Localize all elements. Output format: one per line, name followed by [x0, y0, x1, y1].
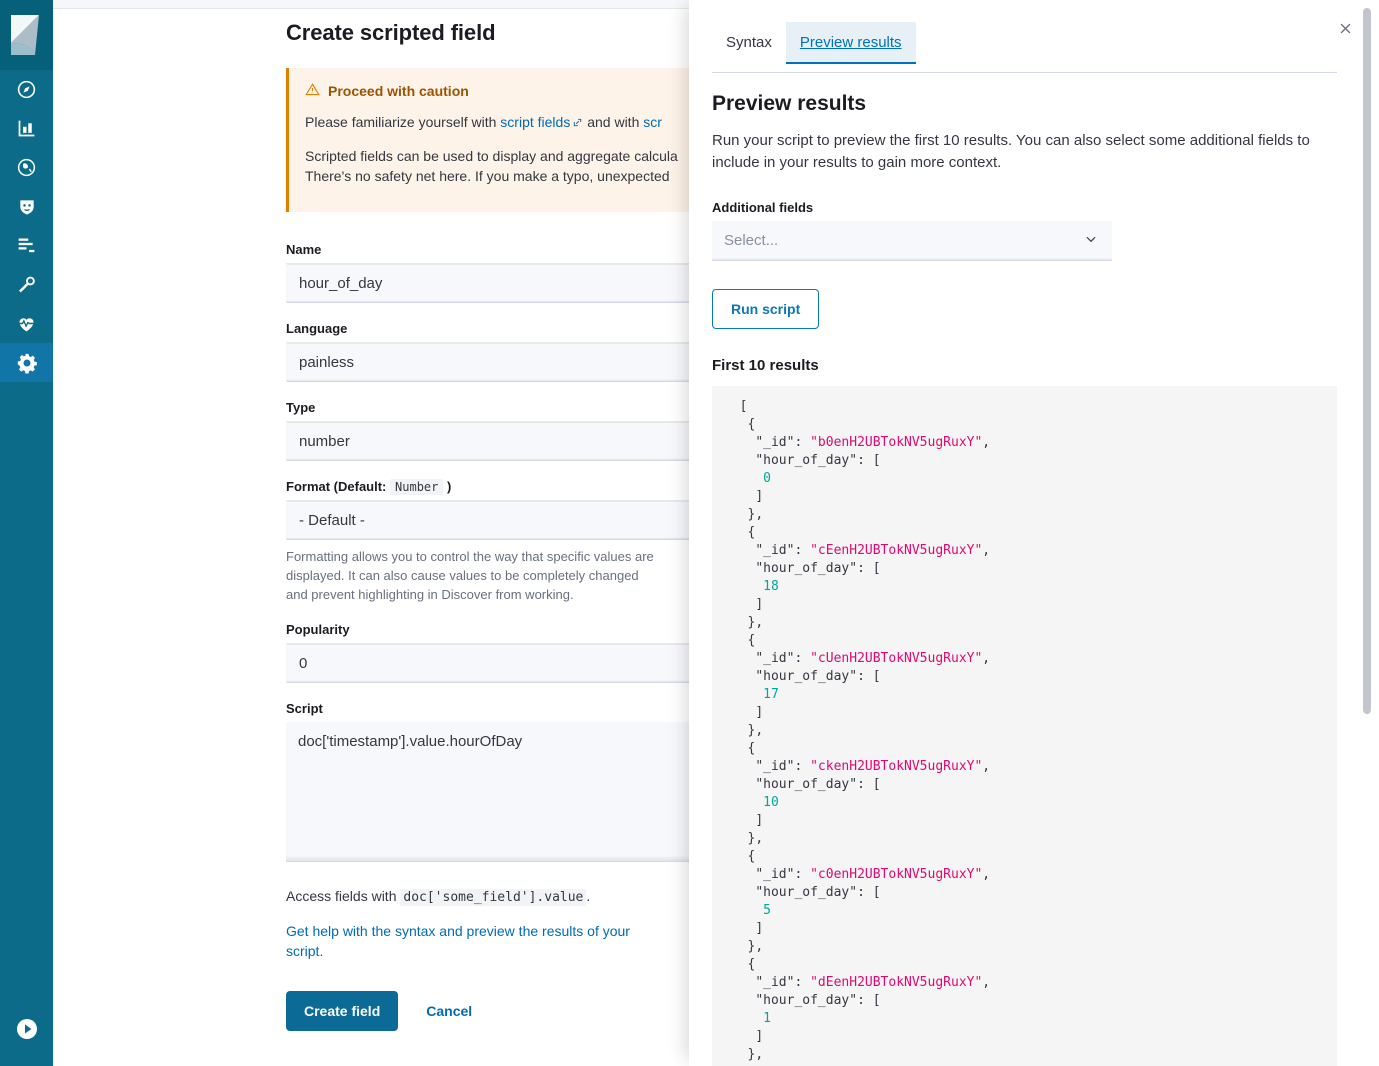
tab-divider — [712, 72, 1337, 73]
format-label-suffix: ) — [447, 479, 451, 494]
results-heading: First 10 results — [712, 357, 1339, 374]
close-icon — [1338, 21, 1353, 39]
access-hint-prefix: Access fields with — [286, 888, 400, 904]
popularity-input-value: 0 — [299, 655, 307, 672]
sidebar-item-uptime[interactable] — [0, 304, 53, 343]
format-helper-text: Formatting allows you to control the way… — [286, 547, 656, 604]
format-label-prefix: Format (Default: — [286, 479, 386, 494]
kibana-logo-button[interactable] — [0, 0, 53, 70]
create-field-button[interactable]: Create field — [286, 991, 398, 1031]
logs-icon — [16, 235, 37, 256]
flyout-title: Preview results — [712, 92, 1339, 116]
kibana-logo — [5, 13, 49, 57]
run-script-button[interactable]: Run script — [712, 289, 819, 329]
nav-items — [0, 70, 53, 382]
type-select-value: number — [299, 433, 350, 450]
sidebar-item-visualize[interactable] — [0, 109, 53, 148]
additional-fields-placeholder: Select... — [724, 232, 778, 249]
sidebar-item-discover[interactable] — [0, 70, 53, 109]
close-flyout-button[interactable] — [1333, 18, 1357, 42]
gear-icon — [16, 352, 38, 374]
nav-collapse-toggle[interactable] — [0, 996, 53, 1066]
flyout-scrollbar-track[interactable] — [1363, 0, 1376, 1066]
flyout-body: Preview results Run your script to previ… — [712, 92, 1339, 1066]
cancel-button[interactable]: Cancel — [426, 1003, 472, 1019]
callout-title: Proceed with caution — [328, 83, 469, 99]
script-fields-link[interactable]: script fields — [500, 114, 570, 130]
additional-fields-label: Additional fields — [712, 200, 1339, 215]
tab-preview-results[interactable]: Preview results — [786, 22, 916, 64]
results-json-block[interactable]: [ { "_id": "b0enH2UBTokNV5ugRuxY", "hour… — [712, 386, 1337, 1066]
sidebar-item-security[interactable] — [0, 187, 53, 226]
bar-chart-icon — [16, 118, 37, 139]
sidebar-item-dev-tools[interactable] — [0, 265, 53, 304]
flyout-description: Run your script to preview the first 10 … — [712, 130, 1312, 174]
shield-icon — [17, 197, 37, 217]
format-select-value: - Default - — [299, 512, 365, 529]
flyout-tabs: Syntax Preview results — [712, 22, 916, 64]
flyout-scrollbar-thumb[interactable] — [1363, 8, 1371, 714]
access-hint-suffix: . — [586, 888, 590, 904]
compass-icon — [16, 79, 37, 100]
callout-line1-prefix: Please familiarize yourself with — [305, 114, 500, 130]
script-textarea-value: doc['timestamp'].value.hourOfDay — [298, 733, 522, 750]
preview-results-flyout: Syntax Preview results Preview results R… — [689, 0, 1379, 1066]
warning-triangle-icon — [305, 82, 320, 100]
additional-fields-select[interactable]: Select... — [712, 221, 1112, 261]
external-link-icon — [572, 113, 583, 124]
heartbeat-icon — [16, 313, 37, 334]
callout-line1-middle: and with — [583, 114, 643, 130]
wrench-icon — [16, 274, 37, 295]
primary-nav-rail — [0, 0, 53, 1066]
name-input-value: hour_of_day — [299, 275, 382, 292]
chevron-down-icon — [1084, 232, 1098, 250]
tab-syntax[interactable]: Syntax — [712, 22, 786, 64]
globe-icon — [16, 157, 37, 178]
language-select-value: painless — [299, 354, 354, 371]
scripted-fields-link[interactable]: scr — [643, 114, 662, 130]
format-default-chip: Number — [390, 479, 443, 495]
sidebar-item-maps[interactable] — [0, 148, 53, 187]
play-circle-icon — [15, 1017, 39, 1046]
syntax-help-link[interactable]: Get help with the syntax and preview the… — [286, 921, 666, 961]
access-hint-code: doc['some_field'].value — [400, 889, 586, 906]
sidebar-item-logs[interactable] — [0, 226, 53, 265]
sidebar-item-management[interactable] — [0, 343, 53, 382]
